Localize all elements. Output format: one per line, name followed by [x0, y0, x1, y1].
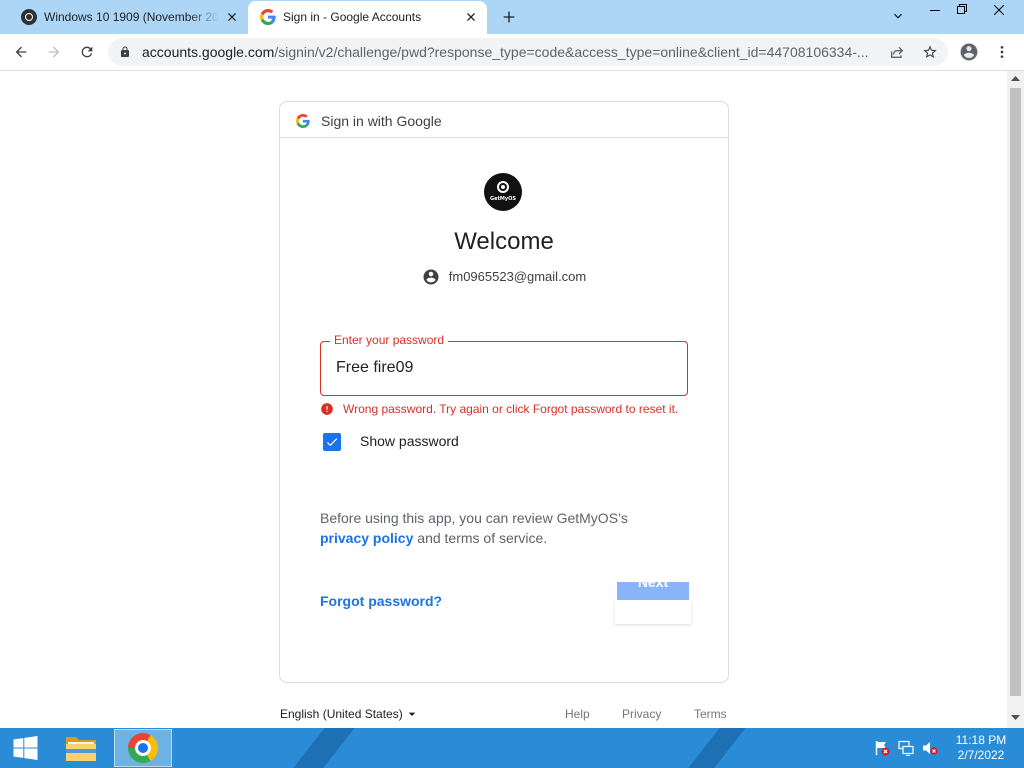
tab-windows-10[interactable]: Windows 10 1909 (November 20: [8, 1, 246, 34]
disc-icon: [497, 181, 509, 193]
star-icon[interactable]: [922, 44, 938, 60]
taskbar-background-stripe: [277, 728, 363, 768]
next-button-shadow: [615, 600, 691, 624]
error-icon: [320, 402, 334, 416]
google-g-icon: [296, 114, 310, 128]
app-logo-text: GetMyOS: [490, 196, 516, 202]
address-bar[interactable]: accounts.google.com/signin/v2/challenge/…: [108, 38, 948, 66]
chrome-taskbar-button[interactable]: [114, 729, 172, 767]
account-chip[interactable]: fm0965523@gmail.com: [280, 268, 728, 286]
card-header: Sign in with Google: [280, 102, 728, 138]
tab-google-sign-in[interactable]: Sign in - Google Accounts: [248, 1, 487, 34]
file-explorer-icon[interactable]: [65, 733, 97, 763]
consent-text-before: Before using this app, you can review Ge…: [320, 510, 628, 526]
scroll-up-arrow-icon[interactable]: [1011, 76, 1020, 81]
sign-in-card: Sign in with Google GetMyOS Welcome fm09…: [279, 101, 729, 683]
password-input-value[interactable]: Free fire09: [336, 358, 413, 378]
clock-time: 11:18 PM: [955, 733, 1007, 747]
getmyos-disc-icon: [21, 9, 37, 25]
kebab-menu-icon[interactable]: [994, 44, 1010, 60]
clock-date: 2/7/2022: [957, 748, 1005, 762]
tab-title: Windows 10 1909 (November 20: [44, 10, 219, 24]
show-password-checkbox[interactable]: [323, 433, 341, 451]
scrollbar-thumb[interactable]: [1010, 88, 1021, 696]
taskbar-background-stripe: [672, 728, 754, 768]
next-button-label: Next: [637, 582, 669, 590]
dropdown-caret-icon[interactable]: [404, 706, 420, 722]
consent-text: Before using this app, you can review Ge…: [320, 508, 688, 548]
restore-icon[interactable]: [957, 4, 967, 14]
tab-title: Sign in - Google Accounts: [283, 10, 422, 24]
account-email: fm0965523@gmail.com: [448, 269, 587, 284]
forward-arrow-icon[interactable]: [46, 44, 62, 60]
account-circle-icon: [422, 268, 440, 286]
url-host: accounts.google.com: [142, 44, 275, 60]
url-path: /signin/v2/challenge/pwd?response_type=c…: [274, 44, 869, 60]
page-title: Welcome: [454, 228, 554, 255]
footer-link-help[interactable]: Help: [565, 706, 590, 722]
scroll-down-arrow-icon[interactable]: [1011, 715, 1020, 720]
reload-icon[interactable]: [79, 44, 95, 60]
chrome-icon: [128, 733, 158, 763]
password-error-message: Wrong password. Try again or click Forgo…: [343, 402, 679, 416]
close-icon[interactable]: [994, 5, 1004, 15]
google-g-icon: [260, 9, 276, 25]
lock-icon[interactable]: [119, 46, 131, 58]
tab-strip: Windows 10 1909 (November 20 Sign in - G…: [0, 0, 1024, 34]
app-logo: GetMyOS: [484, 173, 522, 211]
password-field[interactable]: Enter your password Free fire09: [320, 333, 688, 396]
back-arrow-icon[interactable]: [13, 44, 29, 60]
password-field-label: Enter your password: [330, 333, 449, 347]
windows-taskbar: 11:18 PM 2/7/2022: [0, 728, 1024, 768]
url-text[interactable]: accounts.google.com/signin/v2/challenge/…: [142, 44, 878, 60]
card-header-title: Sign in with Google: [321, 113, 442, 129]
new-tab-plus-icon[interactable]: [501, 9, 517, 25]
windows-start-icon[interactable]: [13, 736, 38, 760]
volume-muted-icon[interactable]: [922, 740, 938, 756]
network-icon[interactable]: [898, 740, 914, 756]
privacy-policy-link[interactable]: privacy policy: [320, 530, 413, 546]
action-center-flag-icon[interactable]: [874, 740, 890, 756]
share-icon[interactable]: [889, 44, 905, 60]
footer-link-terms[interactable]: Terms: [694, 706, 727, 722]
profile-icon[interactable]: [959, 42, 979, 62]
chevron-down-icon[interactable]: [890, 8, 906, 24]
browser-toolbar: accounts.google.com/signin/v2/challenge/…: [0, 34, 1024, 71]
consent-text-after: and terms of service.: [417, 530, 548, 546]
tab-close-icon[interactable]: [463, 9, 479, 25]
minimize-icon[interactable]: [930, 5, 940, 15]
page-scrollbar[interactable]: [1007, 71, 1024, 728]
next-button[interactable]: Next: [617, 582, 689, 600]
footer-link-privacy[interactable]: Privacy: [622, 706, 661, 722]
show-password-label[interactable]: Show password: [360, 431, 459, 451]
forgot-password-link[interactable]: Forgot password?: [320, 591, 442, 611]
language-selector[interactable]: English (United States): [280, 706, 403, 722]
tab-close-icon[interactable]: [224, 9, 240, 25]
taskbar-clock[interactable]: 11:18 PM 2/7/2022: [953, 733, 1009, 763]
